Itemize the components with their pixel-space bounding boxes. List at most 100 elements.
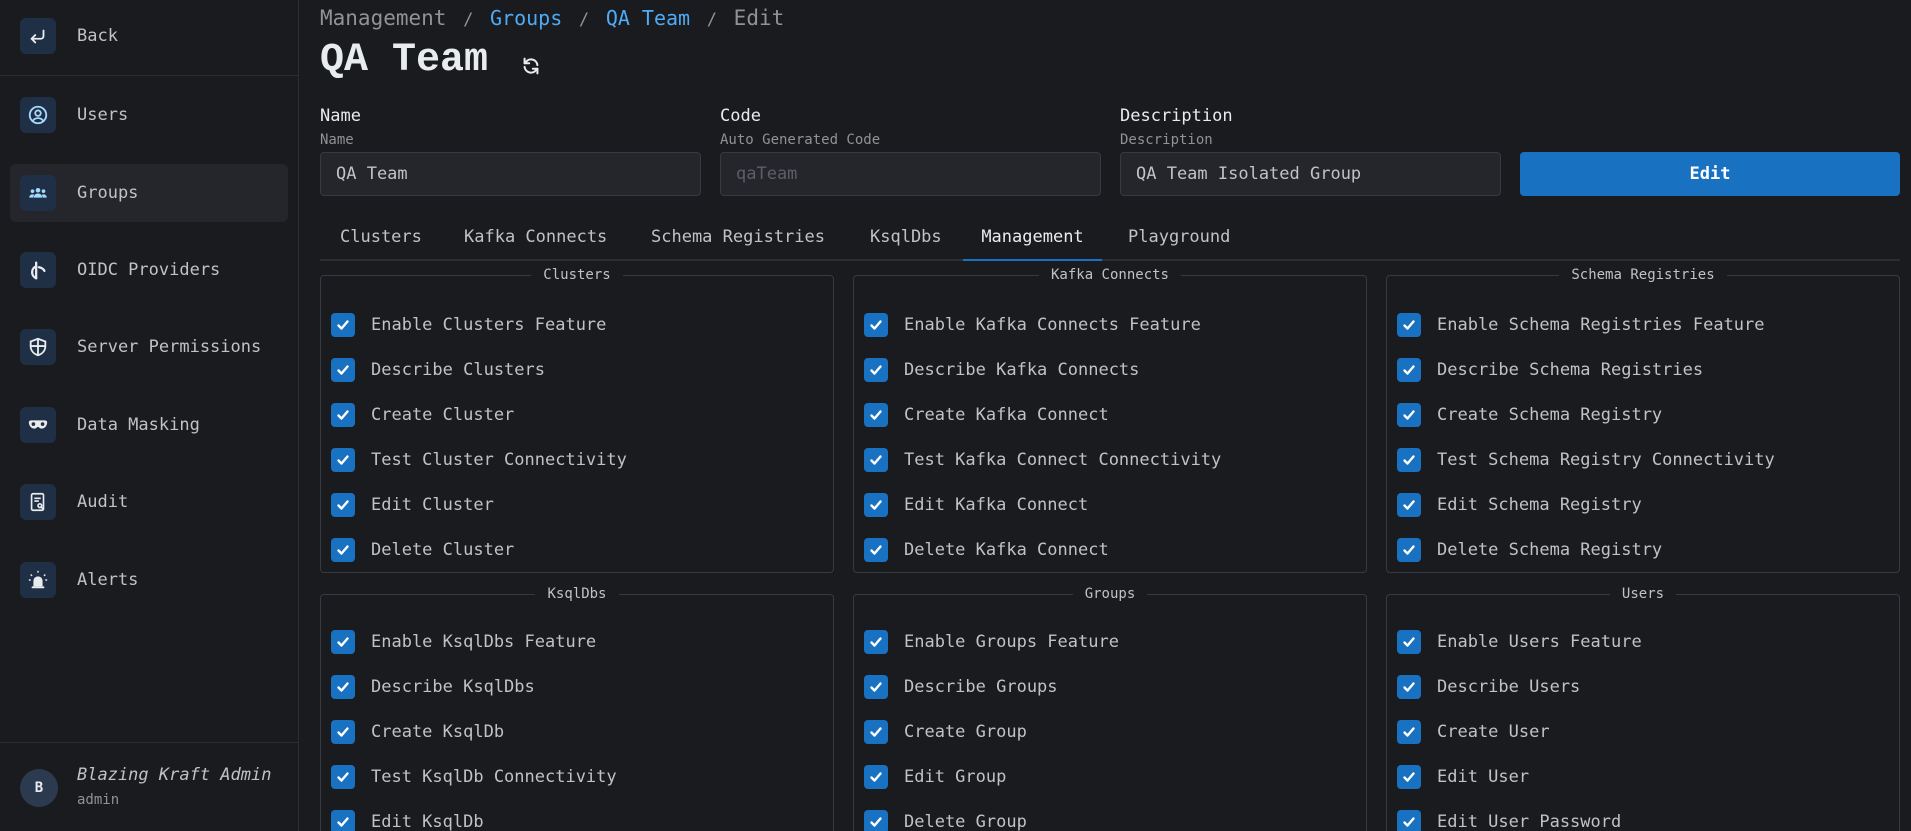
permissions-clusters: Clusters Enable Clusters Feature Describ… (320, 267, 834, 573)
permissions-title: Schema Registries (1559, 267, 1727, 283)
sidebar-item-data-masking[interactable]: Data Masking (10, 396, 288, 454)
permission-checkbox[interactable]: Edit Cluster (331, 492, 494, 518)
page-title: QA Team (320, 38, 489, 83)
permission-checkbox[interactable]: Create Kafka Connect (864, 402, 1109, 428)
permission-label: Create Cluster (371, 405, 515, 425)
permission-checkbox[interactable]: Test KsqlDb Connectivity (331, 764, 617, 790)
permission-checkbox[interactable]: Create Group (864, 719, 1027, 745)
permission-checkbox[interactable]: Describe Kafka Connects (864, 357, 1139, 383)
check-icon (331, 313, 355, 337)
sidebar-item-alerts[interactable]: Alerts (10, 551, 288, 609)
permission-checkbox[interactable]: Test Kafka Connect Connectivity (864, 447, 1221, 473)
permission-checkbox[interactable]: Create KsqlDb (331, 719, 504, 745)
permission-checkbox[interactable]: Describe Schema Registries (1397, 357, 1703, 383)
permission-label: Delete Kafka Connect (904, 540, 1109, 560)
permission-checkbox[interactable]: Edit Group (864, 764, 1006, 790)
permission-checkbox[interactable]: Describe Groups (864, 674, 1058, 700)
refresh-icon[interactable] (520, 55, 542, 77)
permission-checkbox[interactable]: Edit User Password (1397, 809, 1621, 831)
code-input: qaTeam (720, 152, 1101, 196)
permission-checkbox[interactable]: Delete Kafka Connect (864, 537, 1109, 563)
sidebar-item-label: Alerts (77, 570, 139, 590)
user-menu[interactable]: B Blazing Kraft Admin admin (0, 742, 298, 831)
check-icon (331, 765, 355, 789)
permission-label: Test Schema Registry Connectivity (1437, 450, 1775, 470)
permission-label: Edit KsqlDb (371, 812, 484, 831)
sidebar-item-groups[interactable]: Groups (10, 164, 288, 222)
name-sublabel: Name (320, 132, 354, 148)
tab-bar: Clusters Kafka Connects Schema Registrie… (320, 218, 1900, 261)
user-circle-icon (20, 97, 56, 133)
permission-checkbox[interactable]: Enable Schema Registries Feature (1397, 312, 1765, 338)
sidebar-item-server-permissions[interactable]: Server Permissions (10, 318, 288, 376)
permission-checkbox[interactable]: Create Cluster (331, 402, 514, 428)
avatar: B (20, 769, 58, 807)
permission-checkbox[interactable]: Describe Users (1397, 674, 1580, 700)
permission-checkbox[interactable]: Enable Clusters Feature (331, 312, 606, 338)
permission-label: Delete Group (904, 812, 1027, 831)
check-icon (1397, 538, 1421, 562)
permission-checkbox[interactable]: Edit User (1397, 764, 1529, 790)
check-icon (331, 358, 355, 382)
check-icon (864, 448, 888, 472)
check-icon (864, 403, 888, 427)
tab-playground[interactable]: Playground (1128, 218, 1230, 261)
permission-checkbox[interactable]: Edit Kafka Connect (864, 492, 1088, 518)
back-button[interactable]: Back (10, 7, 288, 65)
permission-checkbox[interactable]: Create User (1397, 719, 1550, 745)
permission-checkbox[interactable]: Delete Cluster (331, 537, 514, 563)
check-icon (1397, 630, 1421, 654)
permission-label: Describe KsqlDbs (371, 677, 535, 697)
check-icon (864, 675, 888, 699)
permission-checkbox[interactable]: Delete Schema Registry (1397, 537, 1662, 563)
tab-schema-registries[interactable]: Schema Registries (651, 218, 825, 261)
permission-checkbox[interactable]: Enable KsqlDbs Feature (331, 629, 596, 655)
breadcrumb-group-link[interactable]: QA Team (606, 6, 690, 30)
breadcrumb-groups-link[interactable]: Groups (490, 6, 562, 30)
permission-checkbox[interactable]: Describe KsqlDbs (331, 674, 535, 700)
check-icon (864, 630, 888, 654)
permission-label: Edit Cluster (371, 495, 494, 515)
check-icon (864, 720, 888, 744)
check-icon (864, 765, 888, 789)
permission-checkbox[interactable]: Test Cluster Connectivity (331, 447, 627, 473)
check-icon (1397, 720, 1421, 744)
permission-checkbox[interactable]: Create Schema Registry (1397, 402, 1662, 428)
back-label: Back (77, 26, 118, 46)
code-sublabel: Auto Generated Code (720, 132, 881, 148)
alarm-icon (20, 562, 56, 598)
name-input[interactable]: QA Team (320, 152, 701, 196)
check-icon (331, 403, 355, 427)
sidebar-item-oidc-providers[interactable]: OIDC Providers (10, 241, 288, 299)
tab-clusters[interactable]: Clusters (340, 218, 422, 261)
tab-management[interactable]: Management (963, 218, 1102, 261)
permission-checkbox[interactable]: Edit KsqlDb (331, 809, 484, 831)
permission-checkbox[interactable]: Enable Users Feature (1397, 629, 1642, 655)
permission-checkbox[interactable]: Test Schema Registry Connectivity (1397, 447, 1775, 473)
permission-checkbox[interactable]: Delete Group (864, 809, 1027, 831)
permission-checkbox[interactable]: Enable Kafka Connects Feature (864, 312, 1201, 338)
tab-ksqldbs[interactable]: KsqlDbs (870, 218, 942, 261)
description-sublabel: Description (1120, 132, 1213, 148)
permission-checkbox[interactable]: Edit Schema Registry (1397, 492, 1642, 518)
edit-button[interactable]: Edit (1520, 152, 1900, 196)
sidebar-item-label: Groups (77, 183, 139, 203)
check-icon (1397, 448, 1421, 472)
description-input[interactable]: QA Team Isolated Group (1120, 152, 1501, 196)
permissions-kafka-connects: Kafka Connects Enable Kafka Connects Fea… (853, 267, 1367, 573)
permission-checkbox[interactable]: Enable Groups Feature (864, 629, 1119, 655)
oidc-icon (20, 252, 56, 288)
sidebar-item-users[interactable]: Users (10, 86, 288, 144)
shield-icon (20, 329, 56, 365)
permission-checkbox[interactable]: Describe Clusters (331, 357, 545, 383)
sidebar-item-label: Audit (77, 492, 129, 512)
check-icon (1397, 675, 1421, 699)
check-icon (864, 810, 888, 831)
check-icon (331, 630, 355, 654)
breadcrumb-root: Management (320, 6, 447, 30)
permission-label: Describe Users (1437, 677, 1581, 697)
permission-label: Describe Kafka Connects (904, 360, 1140, 380)
sidebar-item-audit[interactable]: Audit (10, 473, 288, 531)
breadcrumb-separator: / (706, 10, 718, 30)
tab-kafka-connects[interactable]: Kafka Connects (464, 218, 607, 261)
